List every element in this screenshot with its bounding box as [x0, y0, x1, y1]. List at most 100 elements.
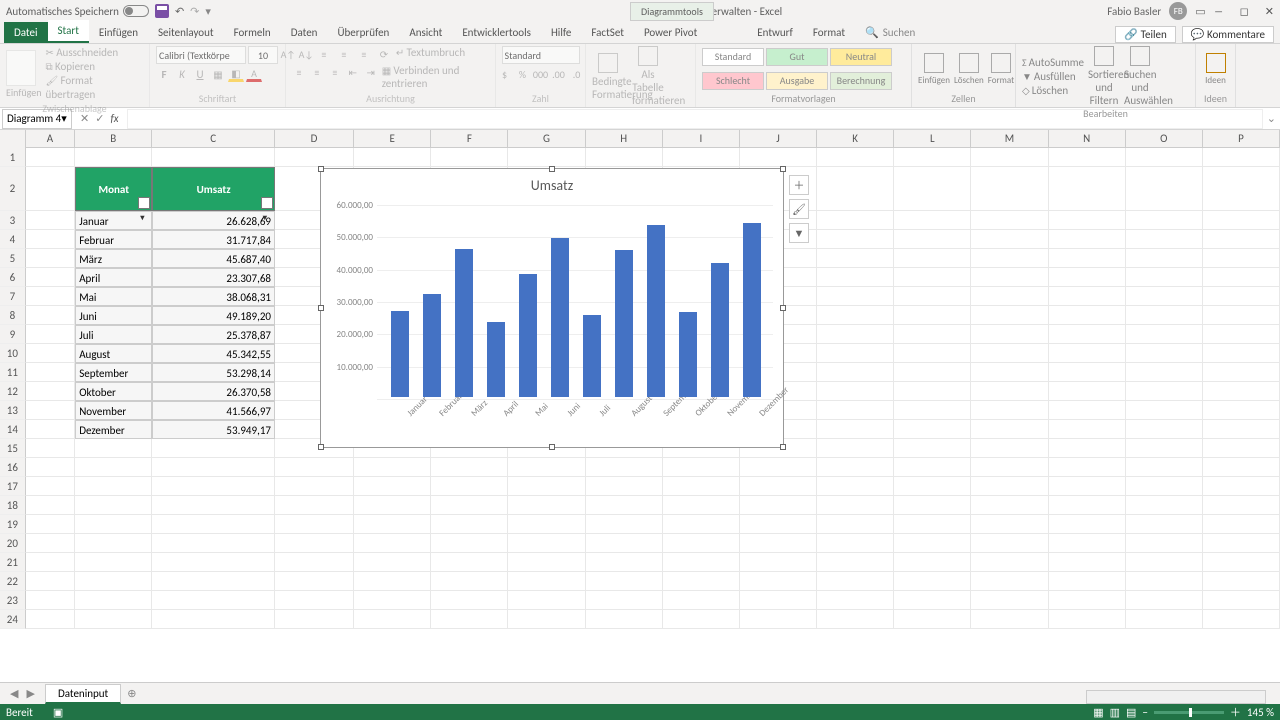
cell[interactable] — [1126, 534, 1203, 553]
chart-bar[interactable] — [679, 312, 697, 397]
cell[interactable] — [26, 306, 75, 325]
cell[interactable] — [508, 553, 585, 572]
cell[interactable] — [75, 553, 152, 572]
cell[interactable] — [1126, 287, 1203, 306]
cell[interactable] — [817, 420, 894, 439]
cell[interactable] — [817, 148, 894, 167]
cell[interactable] — [586, 148, 663, 167]
cell[interactable] — [1049, 344, 1126, 363]
tab-data[interactable]: Daten — [281, 22, 328, 43]
share-button[interactable]: 🔗 Teilen — [1115, 26, 1175, 43]
cell[interactable] — [1203, 401, 1280, 420]
cell[interactable]: November — [75, 401, 152, 420]
cell[interactable] — [26, 610, 75, 629]
cell[interactable] — [971, 306, 1048, 325]
style-calc[interactable]: Berechnung — [830, 72, 892, 90]
cell[interactable] — [1203, 572, 1280, 591]
cell[interactable] — [663, 477, 740, 496]
cell[interactable] — [431, 515, 508, 534]
cell[interactable] — [354, 477, 431, 496]
cell[interactable] — [26, 148, 75, 167]
cell[interactable] — [431, 477, 508, 496]
cell[interactable] — [894, 401, 971, 420]
cell[interactable] — [431, 496, 508, 515]
cell[interactable] — [740, 515, 817, 534]
cell[interactable] — [817, 382, 894, 401]
cell[interactable] — [1126, 515, 1203, 534]
font-color-button[interactable]: A — [246, 66, 262, 82]
cell[interactable] — [971, 477, 1048, 496]
align-center-icon[interactable]: ≡ — [310, 64, 324, 80]
chart-elements-button[interactable]: ＋ — [789, 175, 809, 195]
cell[interactable] — [971, 496, 1048, 515]
cell[interactable] — [1049, 363, 1126, 382]
view-pagebreak-icon[interactable]: ▤ — [1126, 706, 1136, 719]
cell[interactable] — [1049, 458, 1126, 477]
cell[interactable] — [971, 572, 1048, 591]
cell[interactable] — [894, 249, 971, 268]
cell[interactable] — [740, 458, 817, 477]
cell[interactable]: 26.628,69 — [152, 211, 275, 230]
view-normal-icon[interactable]: ▦ — [1093, 706, 1103, 719]
orientation-icon[interactable]: ⟳ — [376, 46, 392, 62]
tab-format[interactable]: Format — [803, 22, 855, 43]
col-header[interactable]: J — [740, 130, 817, 148]
cell[interactable] — [1126, 382, 1203, 401]
chart-bar[interactable] — [743, 223, 761, 397]
tab-file[interactable]: Datei — [4, 22, 48, 43]
cell[interactable] — [26, 458, 75, 477]
cell[interactable] — [508, 534, 585, 553]
cell[interactable] — [894, 534, 971, 553]
comma-icon[interactable]: 000 — [533, 66, 549, 82]
cell[interactable] — [971, 249, 1048, 268]
cell[interactable]: Juli — [75, 325, 152, 344]
cell[interactable] — [152, 439, 275, 458]
cell[interactable] — [508, 148, 585, 167]
cell[interactable] — [971, 534, 1048, 553]
autosave-toggle[interactable]: Automatisches Speichern — [6, 5, 149, 18]
cell[interactable] — [971, 401, 1048, 420]
cell[interactable] — [740, 572, 817, 591]
chart-bar[interactable] — [487, 322, 505, 397]
cell[interactable] — [586, 591, 663, 610]
cell[interactable] — [275, 148, 354, 167]
col-header[interactable]: I — [663, 130, 740, 148]
inc-decimal-icon[interactable]: .00 — [551, 66, 567, 82]
col-header[interactable]: C — [152, 130, 275, 148]
redo-icon[interactable]: ↷ — [190, 5, 199, 18]
cell[interactable] — [152, 591, 275, 610]
col-header[interactable]: A — [26, 130, 75, 148]
cell[interactable] — [586, 534, 663, 553]
cell[interactable] — [354, 148, 431, 167]
cell[interactable] — [1126, 496, 1203, 515]
cell[interactable] — [586, 496, 663, 515]
cell[interactable] — [1049, 591, 1126, 610]
cell[interactable] — [1049, 610, 1126, 629]
col-header[interactable]: D — [275, 130, 354, 148]
cell[interactable] — [817, 325, 894, 344]
align-middle-icon[interactable]: ≡ — [336, 46, 352, 62]
cell[interactable] — [1126, 363, 1203, 382]
cell[interactable] — [1203, 148, 1280, 167]
cell[interactable] — [354, 496, 431, 515]
cell[interactable] — [894, 572, 971, 591]
cell[interactable] — [1049, 306, 1126, 325]
save-icon[interactable] — [155, 4, 169, 18]
tab-start[interactable]: Start — [48, 20, 89, 43]
cell[interactable] — [26, 401, 75, 420]
cell[interactable] — [1203, 458, 1280, 477]
cell[interactable] — [1049, 553, 1126, 572]
cell[interactable] — [1203, 610, 1280, 629]
cell[interactable] — [817, 591, 894, 610]
cell[interactable]: 38.068,31 — [152, 287, 275, 306]
table-header-monat[interactable]: Monat — [75, 167, 152, 211]
cell[interactable] — [894, 363, 971, 382]
cell[interactable] — [26, 230, 75, 249]
cell[interactable] — [971, 268, 1048, 287]
cell[interactable] — [894, 477, 971, 496]
cell[interactable] — [971, 363, 1048, 382]
cell[interactable] — [894, 515, 971, 534]
copy-button[interactable]: ⧉ Kopieren — [46, 60, 143, 74]
cell[interactable] — [663, 553, 740, 572]
cell[interactable]: 41.566,97 — [152, 401, 275, 420]
